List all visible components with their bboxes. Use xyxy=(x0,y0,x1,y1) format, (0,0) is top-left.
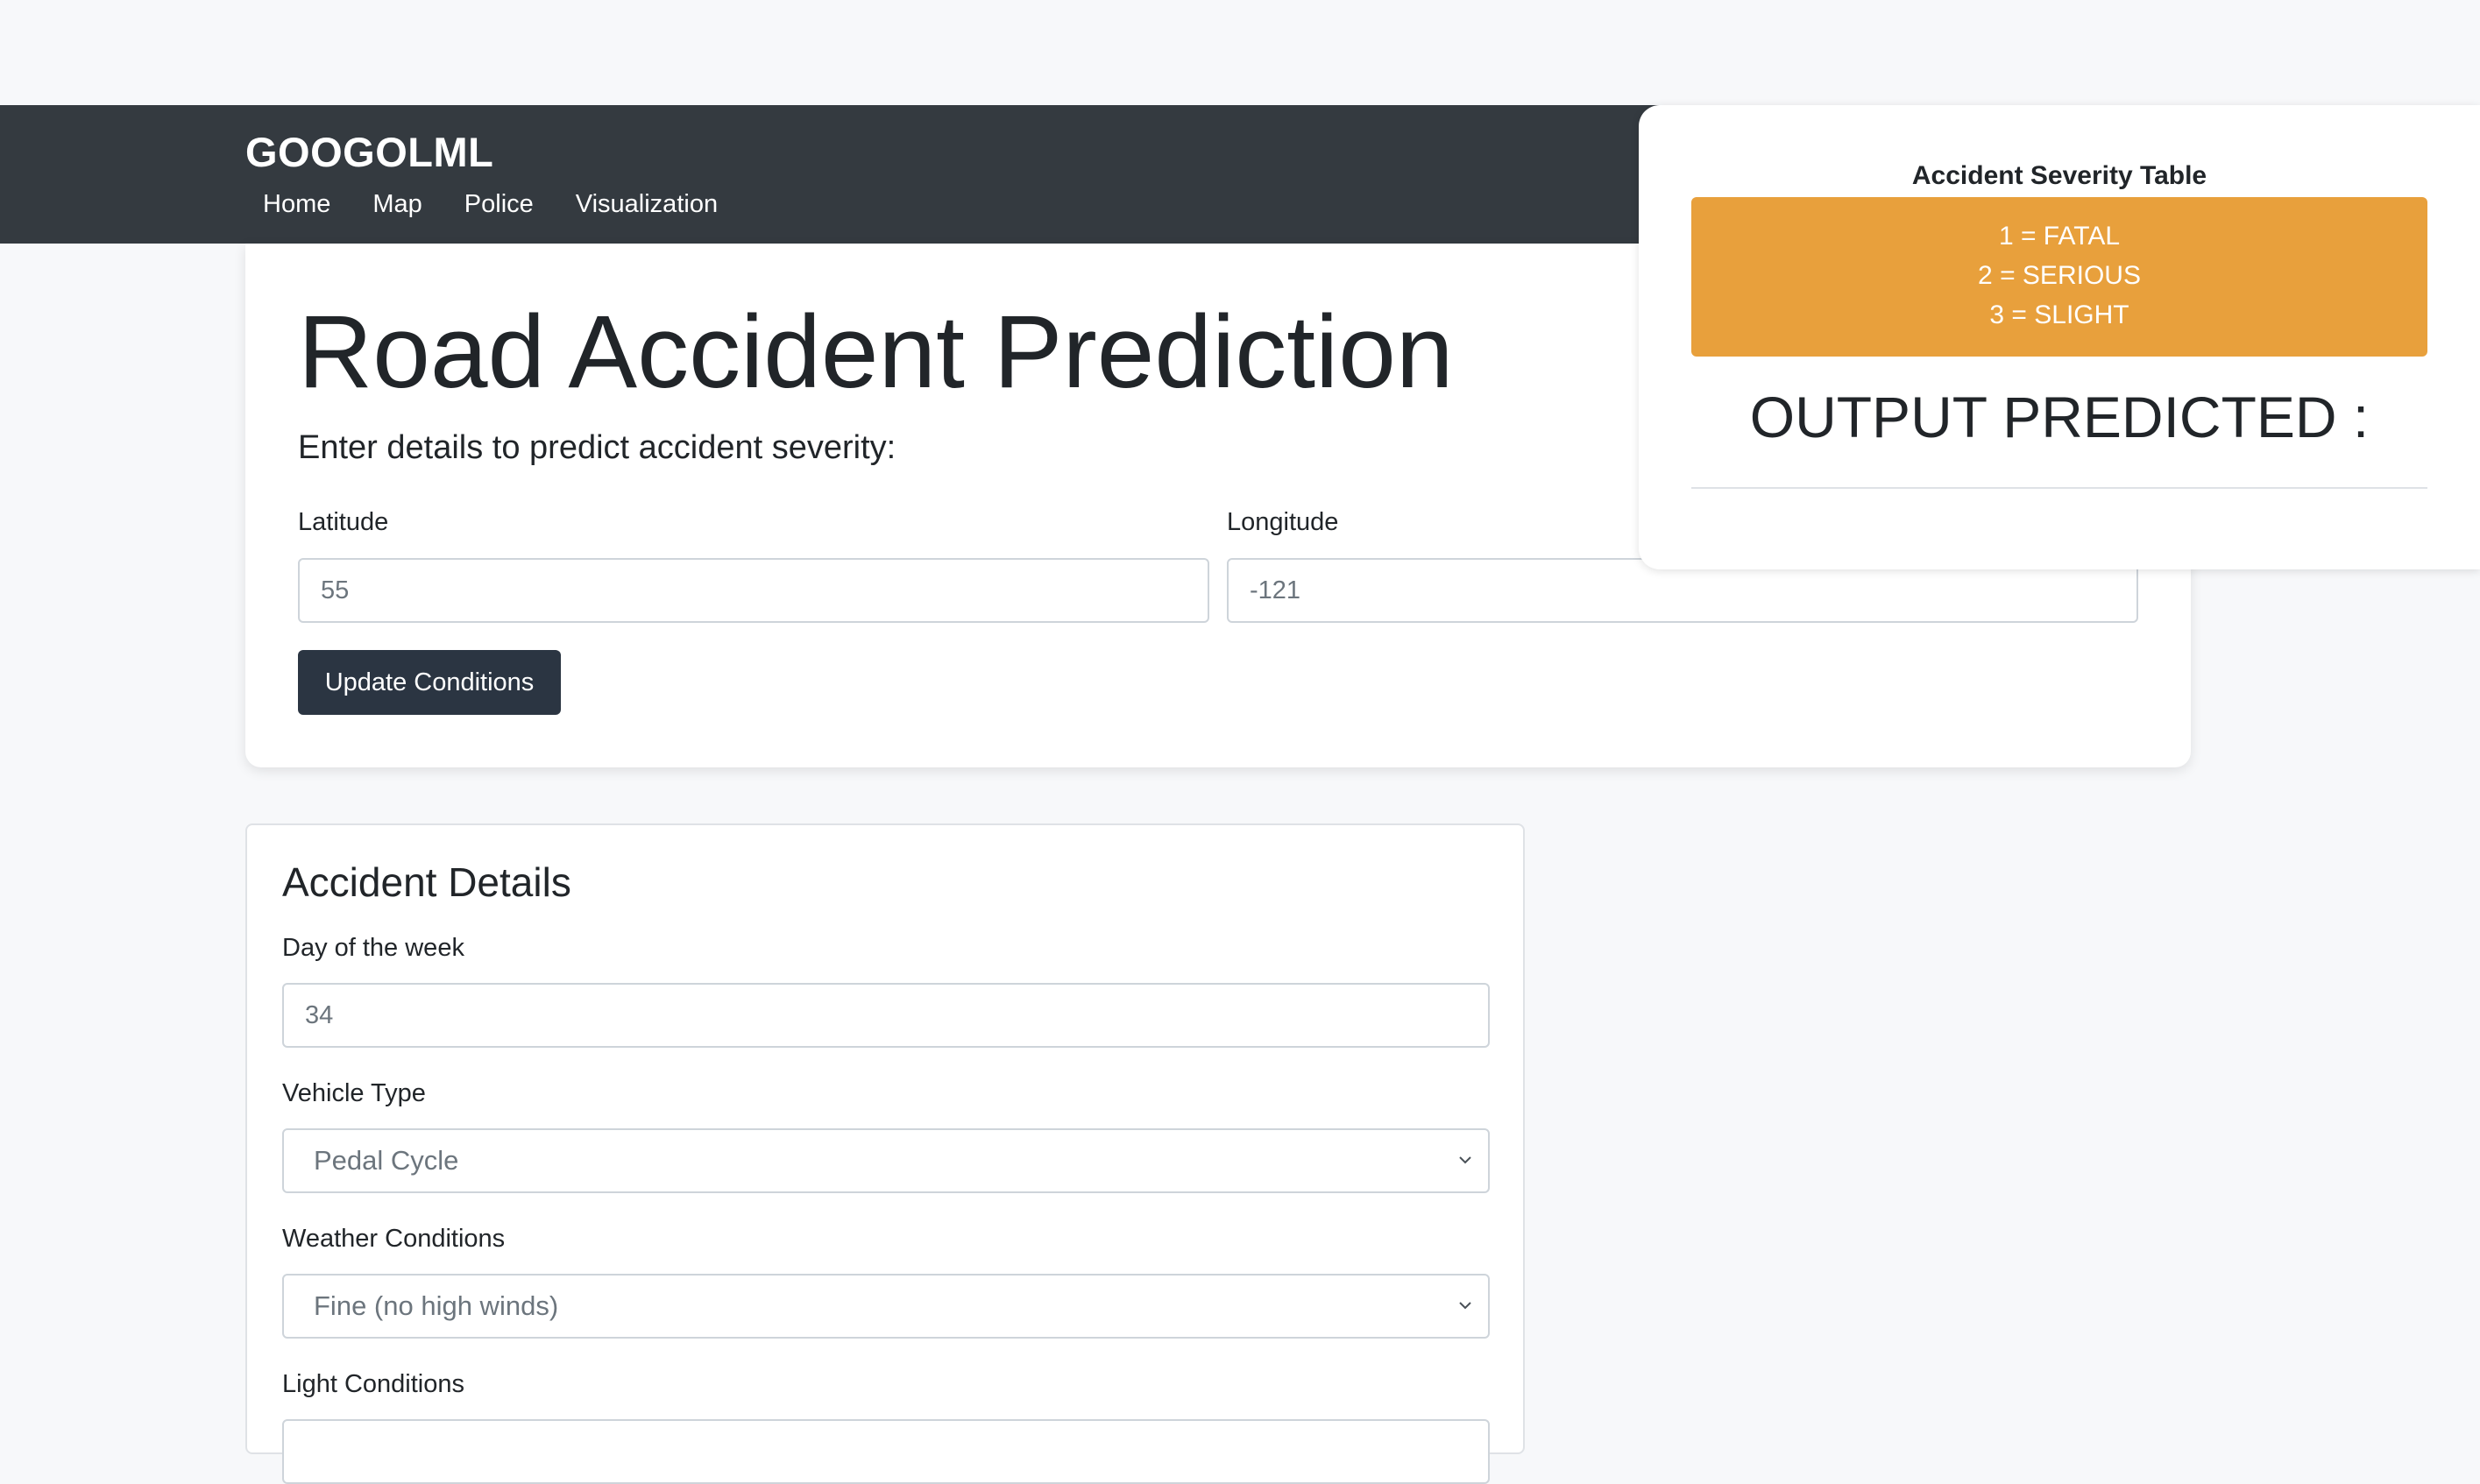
chevron-down-icon xyxy=(1459,1302,1471,1310)
day-of-week-input[interactable] xyxy=(282,983,1490,1048)
brand-logo[interactable]: GOOGOLML xyxy=(245,128,493,177)
light-conditions-label: Light Conditions xyxy=(282,1370,464,1398)
severity-level-slight: 3 = SLIGHT xyxy=(1989,300,2129,329)
light-conditions-select[interactable] xyxy=(282,1419,1490,1484)
nav-link-visualization[interactable]: Visualization xyxy=(576,189,718,220)
nav-link-police[interactable]: Police xyxy=(464,189,534,220)
severity-table-title: Accident Severity Table xyxy=(1911,161,2207,190)
latitude-input[interactable] xyxy=(298,558,1209,623)
nav-link-map[interactable]: Map xyxy=(372,189,422,220)
severity-legend-box: 1 = FATAL 2 = SERIOUS 3 = SLIGHT xyxy=(1691,197,2427,357)
page-title: Road Accident Prediction xyxy=(298,294,1454,410)
update-conditions-button[interactable]: Update Conditions xyxy=(298,650,561,715)
day-of-week-label: Day of the week xyxy=(282,934,464,962)
weather-conditions-select[interactable]: Fine (no high winds) xyxy=(282,1274,1490,1339)
latitude-label: Latitude xyxy=(298,508,389,536)
accident-details-title: Accident Details xyxy=(282,859,571,905)
severity-level-serious: 2 = SERIOUS xyxy=(1978,261,2141,290)
vehicle-type-selected-value: Pedal Cycle xyxy=(314,1145,459,1176)
longitude-label: Longitude xyxy=(1227,508,1339,536)
accident-details-card: Accident Details Day of the week Vehicle… xyxy=(245,823,1525,1484)
weather-selected-value: Fine (no high winds) xyxy=(314,1290,559,1321)
severity-level-fatal: 1 = FATAL xyxy=(1998,222,2121,251)
nav-link-home[interactable]: Home xyxy=(263,189,330,220)
vehicle-type-select[interactable]: Pedal Cycle xyxy=(282,1128,1490,1193)
chevron-down-icon xyxy=(1459,1156,1471,1164)
severity-panel: Accident Severity Table 1 = FATAL 2 = SE… xyxy=(1639,105,2480,569)
output-divider xyxy=(1691,487,2427,489)
page-subtitle: Enter details to predict accident severi… xyxy=(298,429,896,466)
weather-conditions-label: Weather Conditions xyxy=(282,1225,506,1253)
output-predicted-label: OUTPUT PREDICTED : xyxy=(1749,385,2370,449)
nav-links: Home Map Police Visualization xyxy=(263,189,760,220)
vehicle-type-label: Vehicle Type xyxy=(282,1079,426,1107)
